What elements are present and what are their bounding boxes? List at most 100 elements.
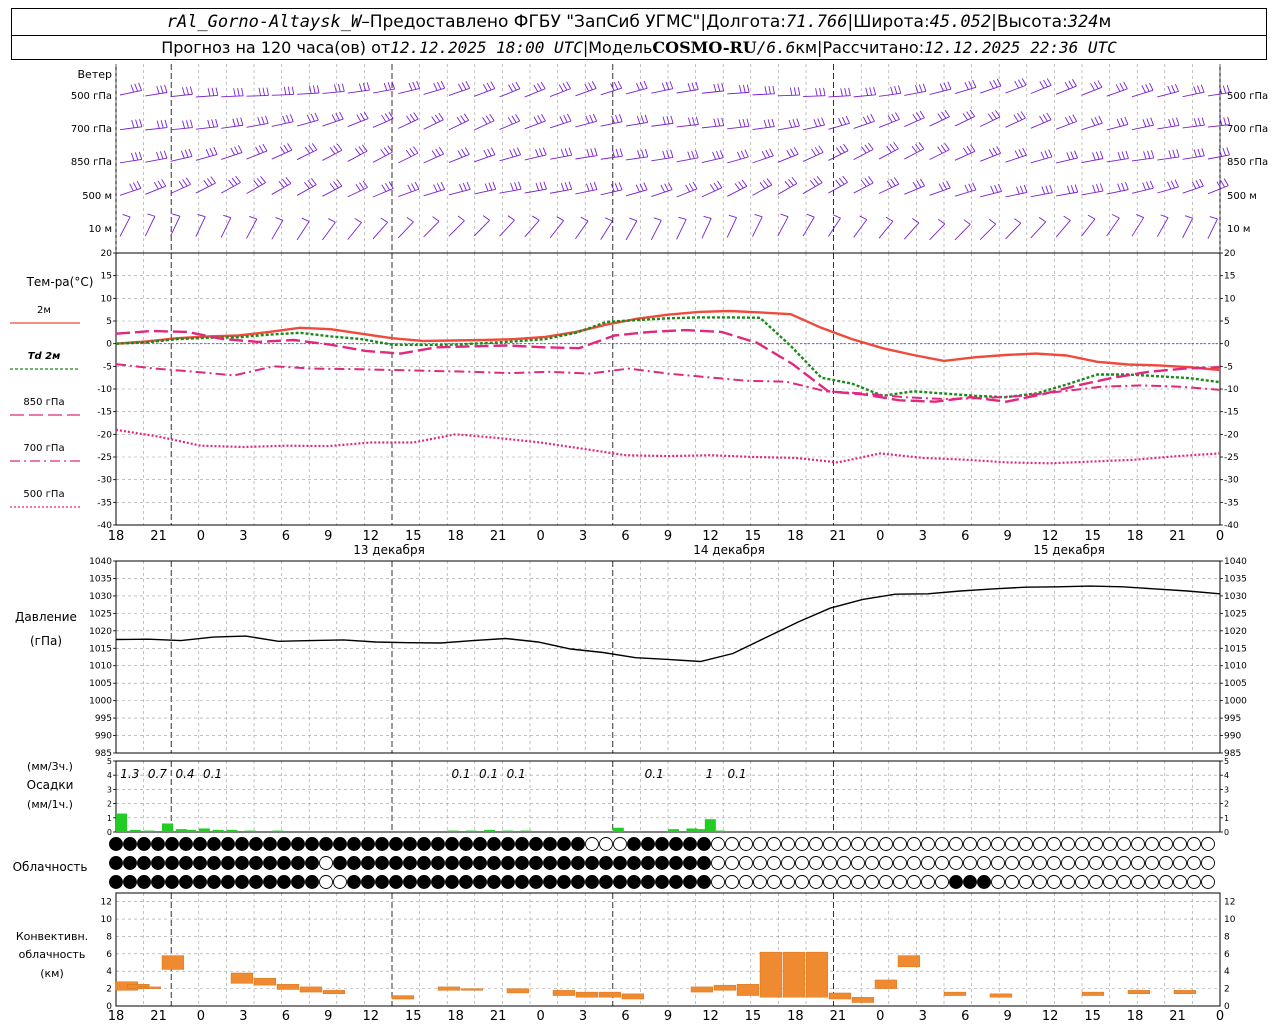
wind-barb-feather xyxy=(662,116,666,125)
wind-barb-feather xyxy=(819,87,822,96)
wind-barb-feather xyxy=(537,83,542,91)
time-axis-mid-label: 3 xyxy=(579,529,587,544)
temp-ytick-right: -5 xyxy=(1224,362,1233,372)
wind-barb-feather xyxy=(383,82,388,91)
wind-barb-feather xyxy=(1092,152,1096,161)
wind-barb-feather xyxy=(1167,85,1172,94)
wind-barb-staff xyxy=(651,88,673,94)
cloud-cover-symbol xyxy=(1187,856,1201,870)
time-axis-mid-label: 15 xyxy=(745,529,762,544)
wind-barb-staff xyxy=(550,154,572,160)
conv-ytick-left: 4 xyxy=(106,967,112,977)
wind-barb-feather xyxy=(617,80,623,89)
wind-barb-staff xyxy=(727,91,750,95)
temp-ytick-left: -35 xyxy=(97,498,112,508)
wind-barb-feather xyxy=(463,113,470,121)
cloud-cover-symbol xyxy=(893,856,907,870)
wind-barb-feather xyxy=(1184,215,1193,219)
cloud-cover-symbol xyxy=(347,856,361,870)
cloud-cover-symbol xyxy=(865,856,879,870)
wind-barb-feather xyxy=(564,148,569,157)
wind-barb-staff xyxy=(448,154,470,164)
cloud-cover-symbol xyxy=(837,837,851,851)
wind-barb-feather xyxy=(786,149,792,158)
cloud-cover-symbol xyxy=(1103,837,1117,851)
wind-barb-staff xyxy=(701,157,724,164)
cloud-cover-symbol xyxy=(109,856,123,870)
press-ytick-left: 1015 xyxy=(89,644,112,654)
wind-barb-feather xyxy=(585,115,590,124)
conv-cloud-bar xyxy=(943,991,967,996)
wind-barb-feather xyxy=(1197,85,1201,94)
cloud-cover-symbol xyxy=(501,837,515,851)
wind-barb-feather xyxy=(490,81,496,89)
wind-barb-feather xyxy=(1124,116,1129,125)
wind-barb-feather xyxy=(771,118,775,127)
wind-barb-feather xyxy=(890,178,896,187)
wind-barb-feather xyxy=(635,184,640,193)
wind-barb-feather xyxy=(844,87,847,96)
wind-barb-staff xyxy=(676,89,699,94)
wind-barb-staff xyxy=(777,183,798,195)
conv-ytick-right: 12 xyxy=(1224,898,1235,908)
cloud-cover-symbol xyxy=(123,856,137,870)
cloud-cover-symbol xyxy=(991,856,1005,870)
precip-ytick-right: 2 xyxy=(1224,800,1229,809)
cloud-cover-symbol xyxy=(1187,837,1201,851)
wind-barb-feather xyxy=(768,86,771,95)
wind-barb-feather xyxy=(885,216,894,222)
wind-barb-feather xyxy=(260,176,266,183)
wind-barb-feather xyxy=(358,83,363,92)
wind-barb-staff xyxy=(904,185,925,195)
cloud-cover-symbol xyxy=(193,856,207,870)
wind-barb-feather xyxy=(942,181,947,190)
wind-barb-feather xyxy=(1172,118,1176,127)
wind-barb-staff xyxy=(398,87,420,95)
wind-barb-feather xyxy=(898,85,902,94)
wind-barb-feather xyxy=(618,182,623,190)
cloud-cover-symbol xyxy=(277,856,291,870)
convective-cloud-panel: 12 1210 108 86 64 42 20 0Конвективн.облачность(… xyxy=(16,892,1236,1012)
cloud-cover-symbol xyxy=(347,837,361,851)
wind-barb-feather xyxy=(1045,185,1049,194)
wind-barb-feather xyxy=(767,119,771,128)
time-axis-bottom-label: 21 xyxy=(490,1009,507,1024)
wind-level-label-right: 500 м xyxy=(1227,191,1257,202)
cloud-cover-symbol xyxy=(585,856,599,870)
cloud-cover-symbol xyxy=(613,856,627,870)
wind-barb-staff xyxy=(347,118,369,128)
wind-barb-feather xyxy=(594,147,598,156)
wind-barb-feather xyxy=(485,115,491,123)
temp-legend-label: 700 гПа xyxy=(23,443,64,454)
time-axis-bottom-label: 3 xyxy=(579,1009,587,1024)
cloud-cover-symbol xyxy=(1075,837,1089,851)
cloud-cover-symbol xyxy=(683,875,697,889)
wind-barb-feather xyxy=(744,149,749,158)
wind-barb-feather xyxy=(938,183,944,191)
cloud-cover-symbol xyxy=(1089,875,1103,889)
wind-barb-staff xyxy=(954,150,976,161)
time-axis-mid-label: 12 xyxy=(702,529,719,544)
time-axis-mid-label: 6 xyxy=(282,529,290,544)
wind-barb-staff xyxy=(372,188,394,198)
precip-3h-label: 0.1 xyxy=(727,767,746,781)
wind-barb-feather xyxy=(823,87,826,96)
wind-barb-feather xyxy=(354,148,361,156)
cloud-cover-symbol xyxy=(879,837,893,851)
cloud-cover-symbol xyxy=(501,856,515,870)
wind-barb-feather xyxy=(1040,151,1045,160)
press-ytick-right: 1020 xyxy=(1224,627,1247,637)
wind-barb-feather xyxy=(1049,184,1053,193)
wind-barb-feather xyxy=(1176,117,1180,126)
wind-barb-staff xyxy=(524,88,546,98)
time-axis-bottom-label: 15 xyxy=(405,1009,422,1024)
wind-barb-staff xyxy=(271,220,284,240)
cloud-cover-symbol xyxy=(445,837,459,851)
cloud-cover-symbol xyxy=(1047,856,1061,870)
cloud-cover-symbol xyxy=(963,875,977,889)
wind-barb-feather xyxy=(792,119,796,127)
cloud-cover-symbol xyxy=(1131,837,1145,851)
wind-barb-staff xyxy=(473,219,490,237)
wind-barb-feather xyxy=(668,182,673,190)
time-axis-mid-label: 21 xyxy=(1169,529,1186,544)
